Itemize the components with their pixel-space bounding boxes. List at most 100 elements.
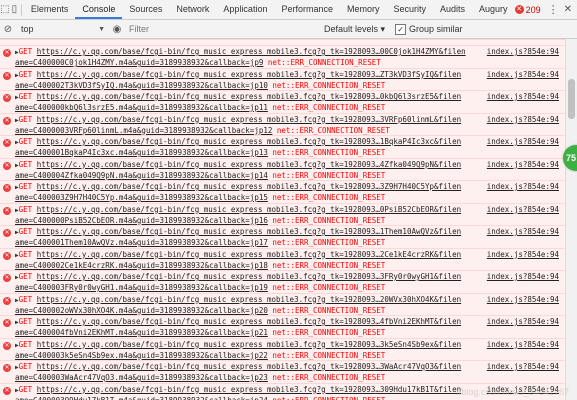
url-fragment: …1BqkaP4Ic3xc: [375, 137, 435, 146]
console-error-row[interactable]: ✕ ▶GET https://c.y.qq.com/base/fcgi-bin/f…: [0, 360, 565, 383]
request-url[interactable]: https://c.y.qq.com/base/fcgi-bin/fcg_mus…: [37, 115, 461, 124]
request-url-tail[interactable]: ame=C400003FRy0r0wyGH1.m4a&guid=31899389…: [15, 283, 268, 292]
tab-audits[interactable]: Audits: [433, 0, 472, 19]
request-url-tail[interactable]: ame=C400004fbVni2EKhMT.m4a&guid=31899389…: [15, 328, 268, 337]
console-error-row[interactable]: ✕ ▶GET https://c.y.qq.com/base/fcgi-bin/f…: [0, 247, 565, 270]
tab-application[interactable]: Application: [216, 0, 274, 19]
tab-augury[interactable]: Augury: [472, 0, 515, 19]
request-url-tail[interactable]: ame=C400001Them10AwQVz.m4a&guid=31899389…: [15, 238, 268, 247]
console-error-row[interactable]: ✕ ▶GET https://c.y.qq.com/base/fcgi-bin/f…: [0, 315, 565, 338]
request-url[interactable]: https://c.y.qq.com/base/fcgi-bin/fcg_mus…: [37, 182, 461, 191]
request-url-tail[interactable]: ame=C400003k5eSn4Sb9ex.m4a&guid=31899389…: [15, 351, 268, 360]
request-url-tail[interactable]: ame=C4000003VRFp60linmL.m4a&guid=3189938…: [15, 126, 272, 135]
url-prefix: https://c.y.qq.com/base/fcgi-bin/fcg_mus…: [36, 92, 376, 101]
close-devtools-icon[interactable]: ✕: [562, 4, 577, 15]
request-method: GET: [18, 317, 33, 326]
console-error-row[interactable]: ✕ ▶GET https://c.y.qq.com/base/fcgi-bin/f…: [0, 337, 565, 361]
source-link[interactable]: index.js?854e:94: [482, 91, 559, 102]
source-link[interactable]: index.js?854e:94: [482, 46, 559, 57]
error-line-continued: ame=C400000kbQ6l3srzE5.m4a&guid=31899389…: [15, 102, 565, 113]
console-error-row[interactable]: ✕ ▶GET https://c.y.qq.com/base/fcgi-bin/f…: [0, 67, 565, 90]
group-similar-checkbox[interactable]: ✓: [395, 23, 407, 35]
source-link[interactable]: index.js?854e:94: [482, 136, 559, 147]
console-error-row[interactable]: ✕ ▶GET https://c.y.qq.com/base/fcgi-bin/f…: [0, 135, 565, 158]
request-url[interactable]: https://c.y.qq.com/base/fcgi-bin/fcg_mus…: [37, 317, 461, 326]
tab-elements[interactable]: Elements: [24, 0, 76, 19]
request-url[interactable]: https://c.y.qq.com/base/fcgi-bin/fcg_mus…: [37, 92, 461, 101]
source-link[interactable]: index.js?854e:94: [482, 113, 559, 125]
request-url[interactable]: https://c.y.qq.com/base/fcgi-bin/fcg_mus…: [37, 250, 461, 259]
url-filen: &filen: [434, 249, 462, 259]
request-url-tail[interactable]: ame=C400002Ce1kE4crzRK.m4a&guid=31899389…: [15, 261, 268, 270]
console-error-row[interactable]: ✕ ▶GET https://c.y.qq.com/base/fcgi-bin/f…: [0, 112, 565, 135]
source-link[interactable]: index.js?854e:94: [482, 361, 559, 372]
url-fragment: …ZT3kVD3fSyIQ: [375, 69, 435, 79]
source-link[interactable]: index.js?854e:94: [482, 158, 559, 170]
request-url[interactable]: https://c.y.qq.com/base/fcgi-bin/fcg_mus…: [37, 70, 461, 79]
inspect-element-icon[interactable]: ⬚: [0, 2, 10, 18]
request-url-tail[interactable]: ame=C400003Z9H7H40C5Yp.m4a&guid=31899389…: [15, 193, 268, 202]
tab-network[interactable]: Network: [169, 0, 216, 19]
source-link[interactable]: index.js?854e:94: [482, 338, 559, 350]
error-icon: ✕: [3, 71, 11, 80]
tab-console[interactable]: Console: [75, 0, 123, 19]
tab-security[interactable]: Security: [387, 0, 434, 19]
device-toolbar-icon[interactable]: ▯: [10, 2, 20, 18]
request-url-tail[interactable]: ame=C400003O9Hdu17kB1T.m4a&guid=31899389…: [15, 396, 268, 400]
request-url[interactable]: https://c.y.qq.com/base/fcgi-bin/fcg_mus…: [37, 385, 461, 394]
request-url[interactable]: https://c.y.qq.com/base/fcgi-bin/fcg_mus…: [37, 205, 461, 214]
filter-input[interactable]: [124, 20, 232, 38]
more-options-icon[interactable]: ⋮: [545, 3, 562, 16]
request-url-tail[interactable]: ame=C400004Zfka049Q9pN.m4a&guid=31899389…: [15, 171, 268, 180]
tab-performance[interactable]: Performance: [274, 0, 340, 19]
source-link[interactable]: index.js?854e:94: [482, 181, 559, 192]
console-error-row[interactable]: ✕ ▶GET https://c.y.qq.com/base/fcgi-bin/f…: [0, 180, 565, 203]
log-levels-dropdown[interactable]: Default levels ▾: [324, 24, 385, 35]
request-url[interactable]: https://c.y.qq.com/base/fcgi-bin/fcg_mus…: [37, 362, 461, 371]
error-message: net::ERR_CONNECTION_RESET: [272, 260, 386, 270]
request-url-tail[interactable]: ame=C400002oWVx30hXO4K.m4a&guid=31899389…: [15, 306, 268, 315]
console-error-row[interactable]: ✕ ▶GET https://c.y.qq.com/base/fcgi-bin/f…: [0, 202, 565, 225]
source-link[interactable]: index.js?854e:94: [482, 248, 559, 260]
console-error-row[interactable]: ✕ ▶GET https://c.y.qq.com/base/fcgi-bin/f…: [0, 45, 565, 68]
tab-memory[interactable]: Memory: [340, 0, 387, 19]
context-selector[interactable]: top ▼: [16, 22, 110, 37]
request-url[interactable]: https://c.y.qq.com/base/fcgi-bin/fcg_mus…: [37, 160, 461, 169]
devtools-tabbar: ⬚ ▯ Elements Console Sources Network Applica…: [0, 0, 577, 20]
console-error-row[interactable]: ✕ ▶GET https://c.y.qq.com/base/fcgi-bin/f…: [0, 225, 565, 248]
console-error-row[interactable]: ✕ ▶GET https://c.y.qq.com/base/fcgi-bin/f…: [0, 270, 565, 293]
request-url[interactable]: https://c.y.qq.com/base/fcgi-bin/fcg_mus…: [37, 47, 466, 56]
tab-sources[interactable]: Sources: [122, 0, 169, 19]
request-url[interactable]: https://c.y.qq.com/base/fcgi-bin/fcg_mus…: [37, 137, 461, 146]
source-link[interactable]: index.js?854e:94: [482, 293, 559, 305]
url-fragment: …3FRy0r0wyGH1: [375, 272, 435, 281]
console-error-row[interactable]: ✕ ▶GET https://c.y.qq.com/base/fcgi-bin/f…: [0, 90, 565, 113]
source-link[interactable]: index.js?854e:94: [482, 203, 559, 215]
group-similar-toggle[interactable]: ✓ Group similar: [395, 23, 463, 35]
request-url-tail[interactable]: ame=C400000kbQ6l3srzE5.m4a&guid=31899389…: [15, 103, 268, 112]
source-link[interactable]: index.js?854e:94: [482, 226, 559, 237]
error-icon: ✕: [3, 184, 11, 192]
console-error-row[interactable]: ✕ ▶GET https://c.y.qq.com/base/fcgi-bin/f…: [0, 157, 565, 180]
live-expression-icon[interactable]: ◉: [110, 24, 124, 35]
request-url[interactable]: https://c.y.qq.com/base/fcgi-bin/fcg_mus…: [37, 272, 461, 281]
scrollbar-thumb[interactable]: [568, 79, 575, 119]
error-message: net::ERR_CONNECTION_RESET: [272, 170, 386, 180]
source-link[interactable]: index.js?854e:94: [482, 68, 559, 80]
source-link[interactable]: index.js?854e:94: [482, 271, 559, 282]
url-prefix: https://c.y.qq.com/base/fcgi-bin/fcg_mus…: [36, 159, 376, 169]
error-counter[interactable]: ✕ 209: [514, 5, 545, 15]
request-url-tail[interactable]: ame=C400000C0jok1H4ZMY.m4a&guid=31899389…: [15, 58, 263, 67]
request-url[interactable]: https://c.y.qq.com/base/fcgi-bin/fcg_mus…: [37, 295, 461, 304]
console-error-row[interactable]: ✕ ▶GET https://c.y.qq.com/base/fcgi-bin/f…: [0, 292, 565, 315]
request-url-tail[interactable]: ame=C400000PsiB52CbEOR.m4a&guid=31899389…: [15, 216, 268, 225]
error-line-continued: ame=C400003k5eSn4Sb9ex.m4a&guid=31899389…: [15, 350, 565, 361]
request-url-tail[interactable]: ame=C400003WaAcr47VqO3.m4a&guid=31899389…: [15, 373, 268, 382]
request-url-tail[interactable]: ame=C400002T3kVD3fSyIQ.m4a&guid=31899389…: [15, 81, 268, 90]
console-scrollbar[interactable]: [565, 39, 577, 400]
clear-console-icon[interactable]: ⊘: [0, 21, 16, 37]
source-link[interactable]: index.js?854e:94: [482, 316, 559, 327]
request-url[interactable]: https://c.y.qq.com/base/fcgi-bin/fcg_mus…: [37, 340, 461, 349]
request-url[interactable]: https://c.y.qq.com/base/fcgi-bin/fcg_mus…: [37, 227, 461, 236]
request-url-tail[interactable]: ame=C400001BqkaP4Ic3xc.m4a&guid=31899389…: [15, 148, 268, 157]
